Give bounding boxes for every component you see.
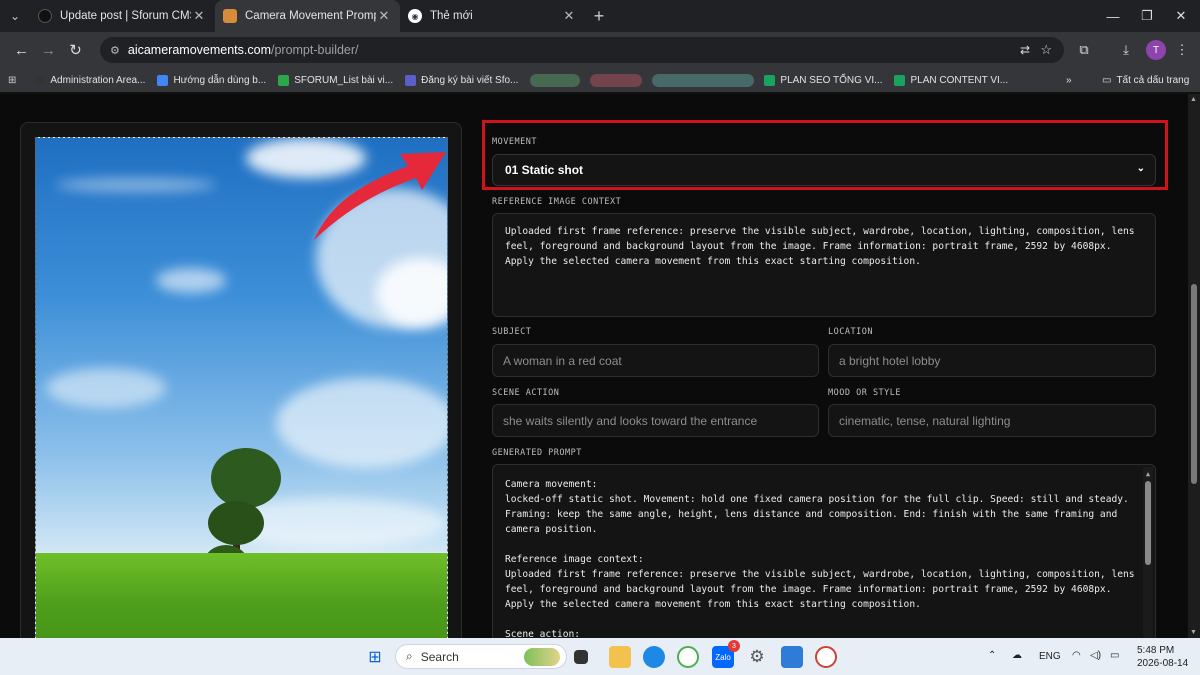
tab-camera-movement[interactable]: Camera Movement Prompt Buil ✕ (215, 0, 400, 32)
close-tab-icon[interactable]: ✕ (561, 8, 577, 24)
settings-gear-icon[interactable]: ⚙ (746, 646, 768, 668)
bookmarks-bar: ⊞ Administration Area... Hướng dẫn dùng … (0, 68, 1200, 93)
taskbar-search[interactable]: ⌕ Search (395, 644, 567, 669)
scene-action-input[interactable]: she waits silently and looks toward the … (492, 404, 819, 437)
extensions-icon[interactable]: ⧉ (1074, 40, 1094, 60)
close-tab-icon[interactable]: ✕ (191, 8, 207, 24)
apps-grid-icon[interactable]: ⊞ (8, 75, 16, 86)
battery-icon[interactable]: ▭ (1110, 650, 1119, 661)
wifi-icon[interactable]: ◠ (1072, 650, 1081, 661)
location-label: LOCATION (828, 327, 873, 337)
blurred-bookmark[interactable] (590, 73, 643, 87)
site-info-icon[interactable]: ⚙ (110, 44, 120, 57)
clock-date[interactable]: 2026-08-14 (1137, 658, 1188, 669)
close-window-icon[interactable]: ✕ (1162, 0, 1200, 32)
scroll-up-icon: ▲ (1190, 96, 1197, 103)
bookmark-huong-dan[interactable]: Hướng dẫn dùng b... (157, 74, 266, 86)
address-bar[interactable]: ⚙ aicameramovements.com/prompt-builder/ … (100, 37, 1064, 63)
reference-context-textarea[interactable]: Uploaded first frame reference: preserve… (492, 213, 1156, 317)
mood-label: MOOD OR STYLE (828, 388, 902, 398)
generated-prompt-textarea[interactable]: Camera movement: locked-off static shot. … (492, 464, 1156, 638)
bookmark-plan-seo[interactable]: PLAN SEO TỔNG VI... (764, 74, 882, 86)
restore-icon[interactable]: ❐ (1128, 0, 1166, 32)
chrome-icon: ◉ (408, 9, 422, 23)
prompt-scrollbar[interactable]: ▲ (1143, 467, 1153, 638)
chevron-down-icon: ⌄ (1136, 163, 1145, 174)
folder-icon: ▭ (1102, 74, 1112, 86)
generated-prompt-line: locked-off static shot. Movement: hold o… (505, 494, 1129, 505)
generated-prompt-line (505, 612, 1143, 627)
tab-sforum-cms[interactable]: Update post | Sforum CMS ✕ (30, 0, 215, 32)
scroll-thumb[interactable] (1191, 284, 1197, 484)
search-highlight-image (524, 648, 560, 666)
blurred-bookmark[interactable] (530, 73, 581, 87)
location-input[interactable]: a bright hotel lobby (828, 344, 1156, 377)
profile-avatar[interactable]: T (1146, 40, 1166, 60)
tab-search-chevron-icon[interactable]: ⌄ (0, 0, 30, 32)
edge-icon[interactable] (643, 646, 665, 668)
tab-strip: ⌄ Update post | Sforum CMS ✕ Camera Move… (0, 0, 1200, 32)
generated-prompt-line: Camera movement: (505, 479, 598, 490)
clock-time[interactable]: 5:48 PM (1137, 645, 1174, 656)
generated-prompt-line: Scene action: (505, 629, 581, 638)
scroll-down-icon: ▼ (1190, 629, 1197, 636)
toolbar: ← → ↻ ⚙ aicameramovements.com/prompt-bui… (0, 32, 1200, 68)
generated-prompt-line: Reference image context: (505, 554, 644, 565)
chrome-taskbar-icon[interactable] (677, 646, 699, 668)
sforum-favicon-icon (38, 9, 52, 23)
chrome-profile-icon[interactable] (815, 646, 837, 668)
forward-icon[interactable]: → (35, 42, 62, 59)
scene-action-label: SCENE ACTION (492, 388, 560, 398)
generated-prompt-line: Apply the selected camera movement from … (505, 599, 921, 610)
onedrive-icon[interactable]: ☁ (1012, 650, 1022, 661)
generated-prompt-line: camera position. (505, 524, 598, 535)
download-icon[interactable]: ⤓ (1116, 40, 1136, 60)
close-tab-icon[interactable]: ✕ (376, 8, 392, 24)
file-explorer-icon[interactable] (609, 646, 631, 668)
bookmark-star-icon[interactable]: ☆ (1040, 42, 1052, 58)
search-icon: ⌕ (406, 649, 413, 663)
mail-icon[interactable] (781, 646, 803, 668)
language-indicator[interactable]: ENG (1039, 651, 1061, 662)
translate-icon[interactable]: ⇄ (1020, 43, 1030, 57)
bookmark-sforum-list[interactable]: SFORUM_List bài vi... (278, 74, 393, 86)
volume-icon[interactable]: ◁) (1090, 650, 1101, 661)
windows-start-icon[interactable]: ⊞ (364, 646, 386, 668)
mood-input[interactable]: cinematic, tense, natural lighting (828, 404, 1156, 437)
generated-prompt-line: Uploaded first frame reference: preserve… (505, 569, 1135, 580)
generated-prompt-line (505, 537, 1143, 552)
bookmark-administration[interactable]: Administration Area... (34, 74, 145, 86)
all-bookmarks-button[interactable]: ▭ Tất cả dấu trang (1102, 75, 1189, 86)
reference-context-label: REFERENCE IMAGE CONTEXT (492, 197, 622, 207)
chevron-up-icon[interactable]: ⌃ (988, 650, 996, 661)
task-view-icon[interactable] (574, 650, 588, 664)
blurred-bookmark[interactable] (652, 73, 755, 87)
generated-prompt-label: GENERATED PROMPT (492, 448, 582, 458)
windows-taskbar: ⊞ ⌕ Search Zalo 3 ⚙ ⌃ ☁ ENG ◠ ◁) ▭ 5:48 P… (0, 638, 1200, 675)
grass-field (36, 553, 447, 638)
red-arrow-annotation (314, 152, 446, 240)
zalo-icon[interactable]: Zalo 3 (712, 640, 740, 668)
bookmark-dang-ky[interactable]: Đăng ký bài viết Sfo... (405, 74, 518, 86)
page-scrollbar[interactable]: ▲ ▼ (1188, 94, 1200, 638)
minimize-icon[interactable]: — (1094, 0, 1132, 32)
reload-icon[interactable]: ↻ (62, 41, 89, 59)
subject-input[interactable]: A woman in a red coat (492, 344, 819, 377)
movement-select[interactable]: 01 Static shot ⌄ (492, 154, 1156, 186)
generated-prompt-line: Framing: keep the same angle, height, le… (505, 509, 1118, 520)
bookmarks-overflow-button[interactable]: » (1066, 75, 1072, 86)
bookmark-plan-content[interactable]: PLAN CONTENT VI... (894, 74, 1008, 86)
back-icon[interactable]: ← (8, 42, 35, 59)
subject-label: SUBJECT (492, 327, 532, 337)
generated-prompt-line: feel, foreground and background layout f… (505, 584, 1112, 595)
tab-new-tab[interactable]: ◉ Thẻ mới ✕ (400, 0, 585, 32)
camera-favicon-icon (223, 9, 237, 23)
new-tab-button[interactable]: + (585, 6, 613, 27)
menu-kebab-icon[interactable]: ⋮ (1172, 40, 1192, 60)
